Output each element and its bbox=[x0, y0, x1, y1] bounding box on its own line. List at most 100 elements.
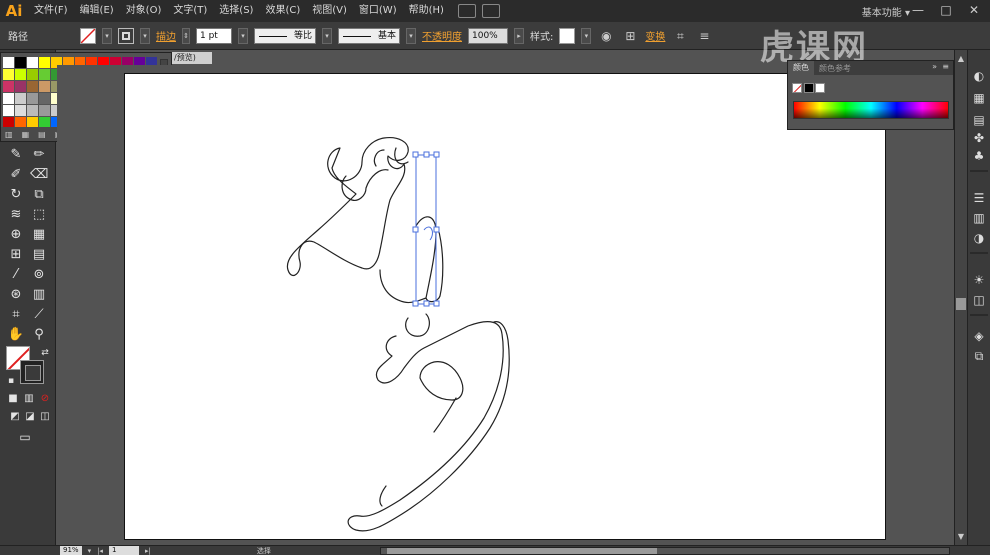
artboard[interactable] bbox=[124, 73, 886, 540]
stroke-weight-dropdown[interactable]: ▾ bbox=[238, 27, 248, 44]
menu-type[interactable]: 文字(T) bbox=[167, 0, 213, 22]
menu-view[interactable]: 视图(V) bbox=[306, 0, 353, 22]
screen-mode-icon[interactable]: ▭ bbox=[16, 428, 34, 446]
panel-menu-icon[interactable]: ≡ bbox=[695, 27, 713, 45]
close-button[interactable]: ✕ bbox=[962, 0, 986, 22]
swatch[interactable] bbox=[27, 93, 38, 104]
rotate-tool-icon[interactable]: ↻ bbox=[7, 186, 25, 204]
opacity-input[interactable]: 100% bbox=[468, 27, 508, 44]
opacity-panel-link[interactable]: 不透明度 bbox=[422, 28, 462, 43]
swatch[interactable] bbox=[15, 93, 26, 104]
layers-panel-icon[interactable]: ◈ bbox=[971, 328, 987, 344]
swatch[interactable] bbox=[38, 69, 50, 80]
none-color-swatch[interactable] bbox=[792, 83, 802, 93]
workspace-switcher[interactable]: 基本功能 ▾ bbox=[862, 4, 910, 19]
fill-dropdown[interactable]: ▾ bbox=[102, 27, 112, 44]
swatch[interactable] bbox=[27, 105, 38, 116]
gradient-panel-icon[interactable]: ▥ bbox=[971, 210, 987, 226]
swatch-options-icon[interactable]: ▤ bbox=[38, 130, 46, 139]
swatch[interactable] bbox=[3, 93, 14, 104]
pencil-tool-icon[interactable]: ✏ bbox=[30, 146, 48, 164]
transparency-panel-icon[interactable]: ◑ bbox=[971, 230, 987, 246]
swatch[interactable] bbox=[14, 57, 26, 68]
hand-tool-icon[interactable]: ✋ bbox=[7, 326, 25, 344]
graph-tool-icon[interactable]: ▥ bbox=[30, 286, 48, 304]
menu-edit[interactable]: 编辑(E) bbox=[74, 0, 120, 22]
none-mode-icon[interactable]: ⊘ bbox=[36, 390, 54, 408]
menu-object[interactable]: 对象(O) bbox=[120, 0, 168, 22]
zoom-field[interactable]: 91% bbox=[60, 546, 82, 555]
swatch-library-icon[interactable]: ▥ bbox=[5, 130, 13, 139]
black-color-swatch[interactable] bbox=[804, 83, 814, 93]
next-page-icon[interactable]: ▸| bbox=[145, 547, 151, 555]
slice-tool-icon[interactable]: ⟋ bbox=[30, 306, 48, 324]
menu-select[interactable]: 选择(S) bbox=[213, 0, 259, 22]
horizontal-scrollbar[interactable] bbox=[380, 547, 950, 555]
scroll-up-icon[interactable]: ▲ bbox=[955, 54, 967, 64]
swatch[interactable] bbox=[3, 69, 14, 80]
brush-dropdown[interactable]: ▾ bbox=[406, 27, 416, 44]
swatch[interactable] bbox=[3, 105, 14, 116]
align-icon[interactable]: ⊞ bbox=[621, 27, 639, 45]
swatches-panel-icon[interactable]: ▤ bbox=[971, 112, 987, 128]
swatch[interactable] bbox=[15, 105, 26, 116]
swatch[interactable] bbox=[39, 105, 50, 116]
stroke-color-box[interactable] bbox=[20, 360, 44, 384]
scroll-down-icon[interactable]: ▼ bbox=[955, 532, 967, 542]
stroke-swatch[interactable] bbox=[118, 27, 134, 44]
menu-window[interactable]: 窗口(W) bbox=[353, 0, 403, 22]
perspective-grid-tool-icon[interactable]: ▦ bbox=[30, 226, 48, 244]
shape-builder-tool-icon[interactable]: ⊕ bbox=[7, 226, 25, 244]
show-kinds-icon[interactable]: ▦ bbox=[22, 130, 30, 139]
stroke-panel-link[interactable]: 描边 bbox=[156, 28, 176, 43]
swatch[interactable] bbox=[39, 93, 50, 104]
bridge-icon[interactable] bbox=[457, 4, 476, 18]
color-spectrum[interactable] bbox=[793, 101, 949, 119]
document-tab[interactable]: /预览) bbox=[172, 52, 212, 64]
swatch[interactable] bbox=[26, 57, 38, 68]
isolate-icon[interactable]: ⌗ bbox=[671, 27, 689, 45]
appearance-panel-icon[interactable]: ☀ bbox=[971, 272, 987, 288]
blob-brush-tool-icon[interactable]: ✐ bbox=[7, 166, 25, 184]
swap-fill-stroke-icon[interactable]: ⇄ bbox=[36, 344, 54, 362]
color-panel-icon[interactable]: ◐ bbox=[971, 68, 987, 84]
first-page-icon[interactable]: |◂ bbox=[97, 547, 103, 555]
tab-color-guide[interactable]: 颜色参考 bbox=[814, 63, 856, 74]
swatch[interactable] bbox=[26, 69, 38, 80]
brushes-panel-icon[interactable]: ✤ bbox=[971, 130, 987, 146]
swatch[interactable] bbox=[38, 57, 50, 68]
zoom-tool-icon[interactable]: ⚲ bbox=[30, 326, 48, 344]
warp-tool-icon[interactable]: ≋ bbox=[7, 206, 25, 224]
stroke-dropdown[interactable]: ▾ bbox=[140, 27, 150, 44]
style-dropdown[interactable]: ▾ bbox=[581, 27, 592, 44]
free-transform-tool-icon[interactable]: ⬚ bbox=[30, 206, 48, 224]
fill-swatch[interactable] bbox=[80, 27, 96, 44]
swatch[interactable] bbox=[3, 57, 14, 68]
scale-tool-icon[interactable]: ⧉ bbox=[30, 186, 48, 204]
page-field[interactable]: 1 bbox=[108, 546, 139, 555]
opacity-dropdown[interactable]: ▸ bbox=[514, 27, 524, 44]
graphic-styles-icon[interactable]: ◫ bbox=[971, 292, 987, 308]
draw-inside-icon[interactable]: ◫ bbox=[36, 408, 54, 426]
gradient-tool-icon[interactable]: ▤ bbox=[30, 246, 48, 264]
tab-color[interactable]: 颜色 bbox=[788, 61, 814, 75]
panel-menu-icon[interactable]: ≡ bbox=[942, 62, 949, 71]
symbol-sprayer-tool-icon[interactable]: ⊛ bbox=[7, 286, 25, 304]
eraser-tool-icon[interactable]: ⌫ bbox=[30, 166, 48, 184]
artboard-tool-icon[interactable]: ⌗ bbox=[7, 306, 25, 324]
vertical-scrollbar[interactable]: ▲ ▼ bbox=[954, 50, 967, 545]
horizontal-scroll-thumb[interactable] bbox=[387, 548, 657, 554]
symbols-panel-icon[interactable]: ♣ bbox=[971, 148, 987, 164]
swatch[interactable] bbox=[14, 69, 26, 80]
swatch[interactable] bbox=[3, 81, 14, 92]
collapse-icon[interactable]: » bbox=[932, 62, 937, 71]
white-color-swatch[interactable] bbox=[815, 83, 825, 93]
swatch[interactable] bbox=[15, 81, 26, 92]
color-guide-icon[interactable]: ▦ bbox=[971, 90, 987, 106]
stroke-weight-input[interactable]: 1 pt bbox=[196, 27, 232, 44]
graphic-style-swatch[interactable] bbox=[559, 27, 576, 44]
stroke-panel-icon[interactable]: ☰ bbox=[971, 190, 987, 206]
menu-help[interactable]: 帮助(H) bbox=[403, 0, 450, 22]
transform-panel-link[interactable]: 变换 bbox=[645, 28, 665, 43]
default-colors-icon[interactable]: ▪ bbox=[2, 372, 20, 390]
